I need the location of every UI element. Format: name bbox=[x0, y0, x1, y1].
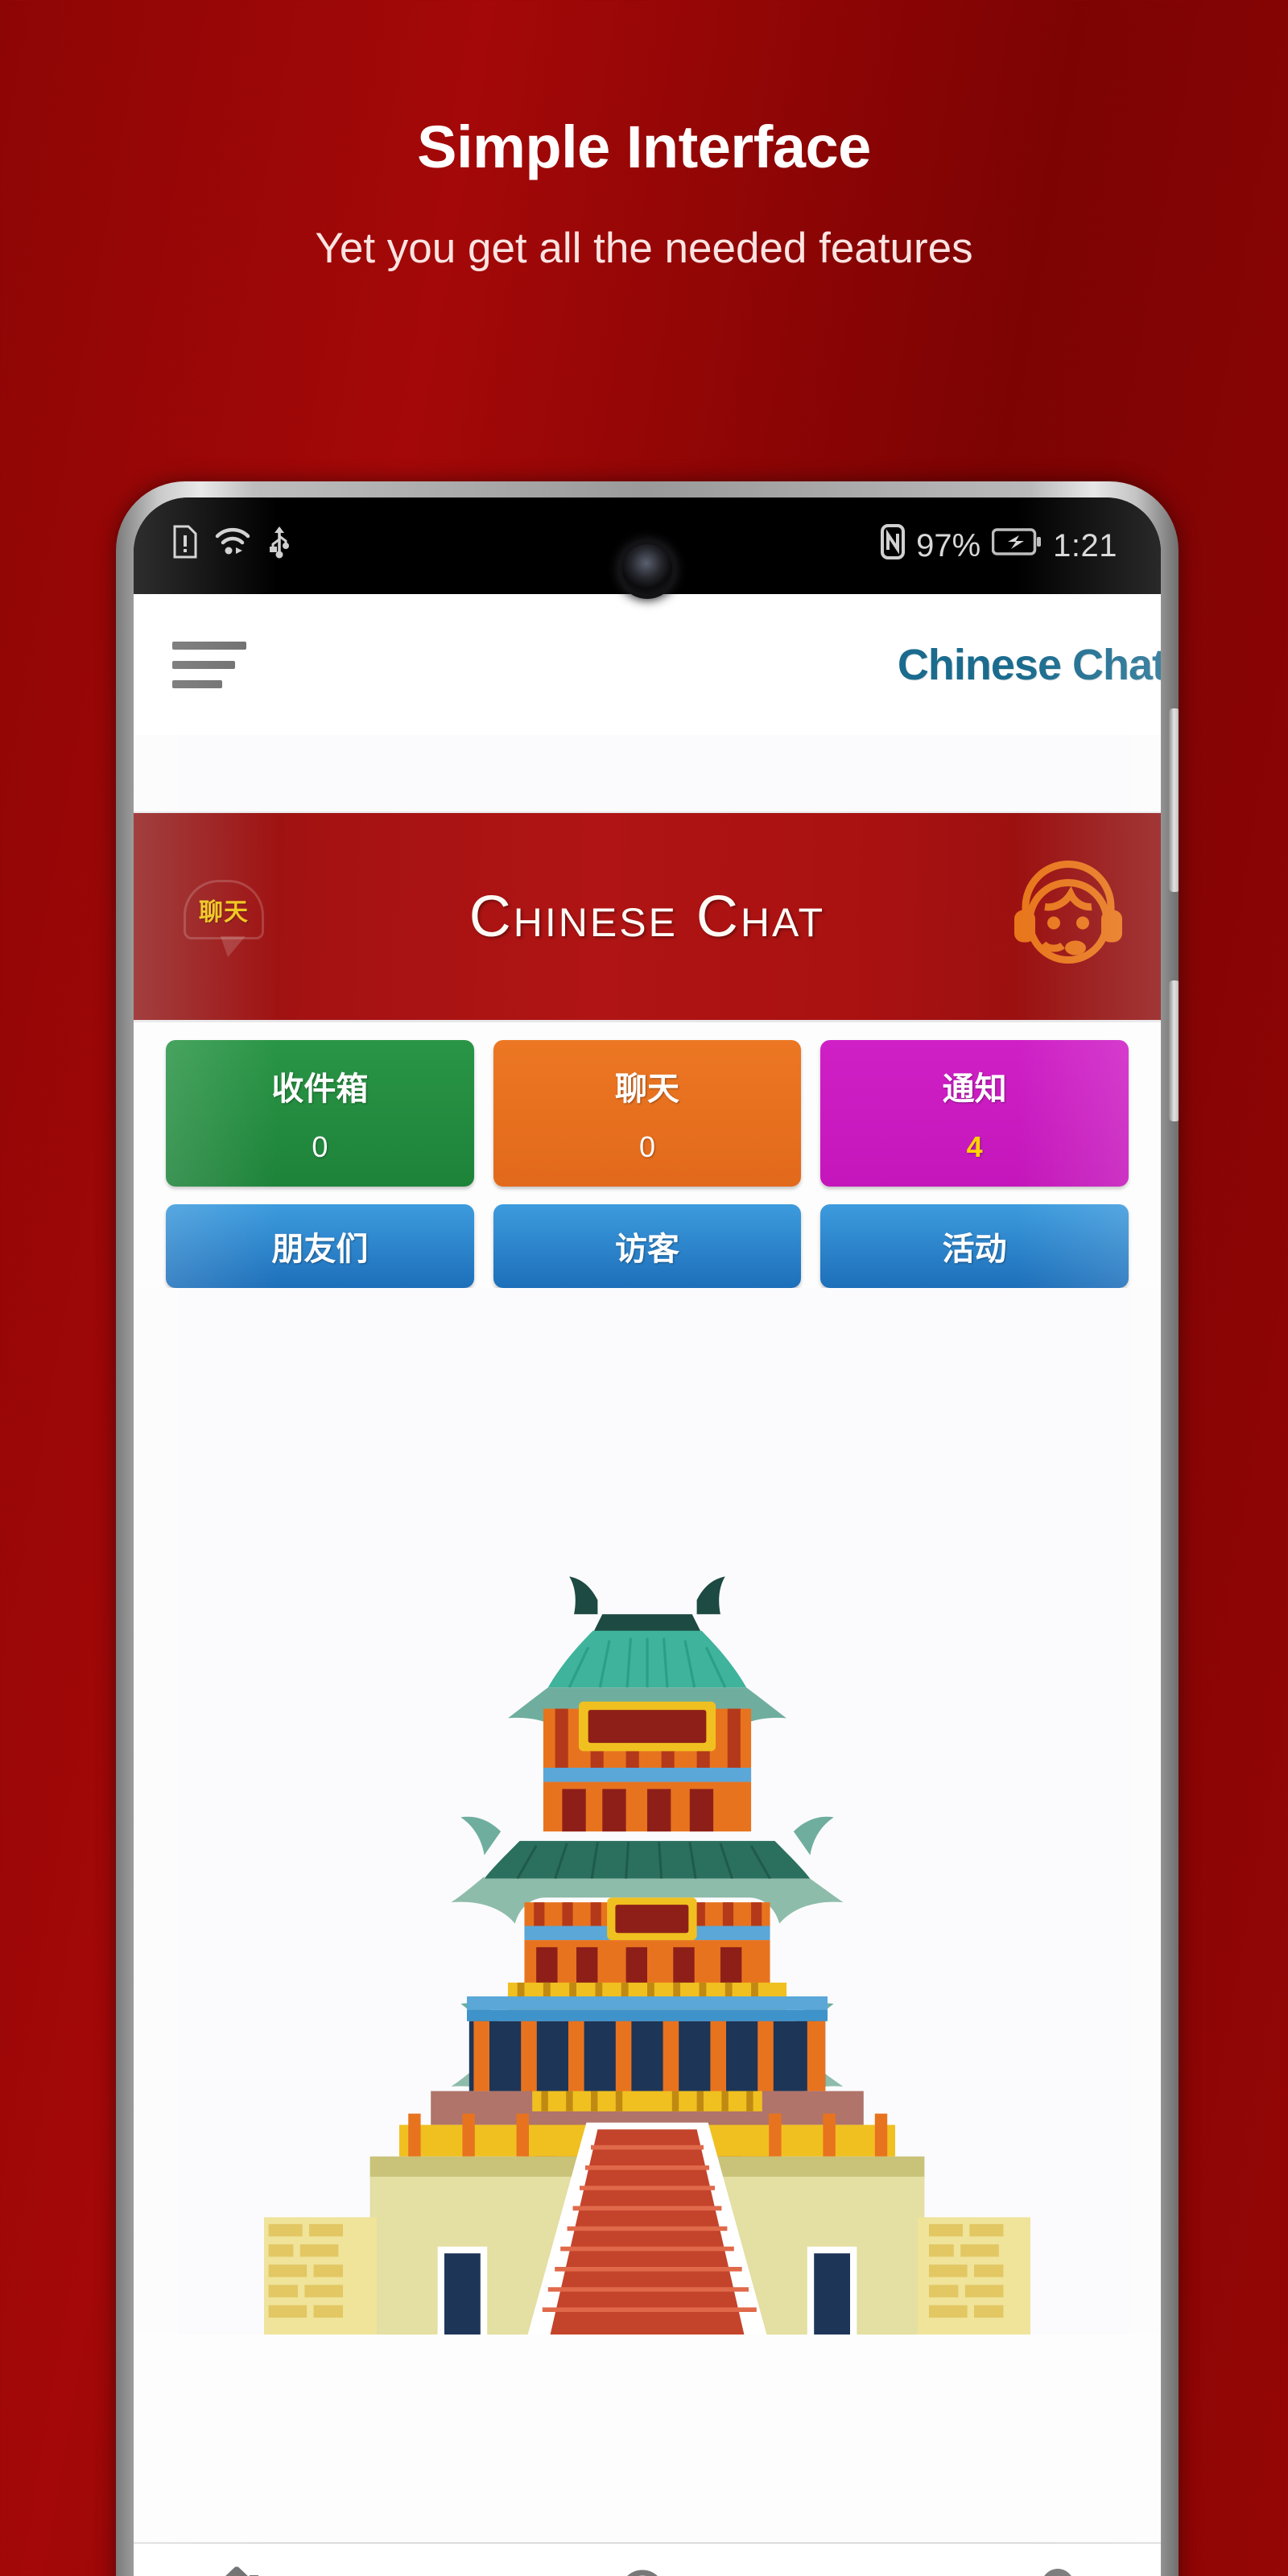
home-icon bbox=[200, 2566, 274, 2576]
tile-notifications-label: 通知 bbox=[942, 1071, 1007, 1107]
tile-activity-label: 活动 bbox=[942, 1232, 1007, 1267]
usb-icon bbox=[267, 525, 291, 567]
tile-chat-count: 0 bbox=[638, 1130, 656, 1163]
tile-visitors[interactable]: 访客 bbox=[493, 1204, 802, 1288]
power-button[interactable] bbox=[1169, 980, 1179, 1121]
nav-search[interactable] bbox=[544, 2566, 749, 2576]
nav-profile[interactable] bbox=[956, 2568, 1161, 2576]
chat-bubble-icon: 聊天 bbox=[184, 879, 264, 957]
pagoda-base-stairs bbox=[264, 1996, 1030, 2334]
nav-home[interactable] bbox=[134, 2566, 339, 2576]
chat-bubble-label: 聊天 bbox=[199, 898, 249, 926]
profile-icon bbox=[1030, 2568, 1086, 2576]
clock: 1:21 bbox=[1053, 527, 1117, 564]
search-icon bbox=[616, 2566, 679, 2576]
nfc-icon bbox=[881, 524, 906, 568]
status-bar-left bbox=[134, 525, 291, 567]
app-brand-title: Chinese Chat bbox=[897, 640, 1161, 689]
tile-inbox-count: 0 bbox=[312, 1130, 328, 1163]
tile-chat[interactable]: 聊天 0 bbox=[493, 1040, 802, 1187]
nav-mail[interactable] bbox=[750, 2572, 956, 2576]
battery-percent: 97% bbox=[916, 527, 981, 564]
battery-charging-icon bbox=[991, 528, 1042, 564]
news-icon bbox=[410, 2569, 474, 2576]
hero-banner: 聊天 Chinese Chat bbox=[134, 811, 1161, 1022]
app-viewport: Chinese Chat 聊天 Chinese Chat 收件箱 0 聊天 0 … bbox=[134, 594, 1161, 2576]
nav-news[interactable] bbox=[339, 2569, 544, 2576]
promo-title: Simple Interface bbox=[417, 114, 871, 180]
headset-agent-icon bbox=[1008, 853, 1129, 980]
tile-inbox[interactable]: 收件箱 0 bbox=[166, 1040, 474, 1187]
tile-visitors-label: 访客 bbox=[615, 1232, 679, 1267]
bottom-navigation bbox=[134, 2542, 1161, 2576]
volume-button[interactable] bbox=[1169, 708, 1179, 892]
tile-notifications[interactable]: 通知 4 bbox=[820, 1040, 1129, 1187]
tile-friends[interactable]: 朋友们 bbox=[166, 1204, 474, 1288]
tile-inbox-label: 收件箱 bbox=[271, 1071, 369, 1107]
main-content bbox=[134, 1288, 1161, 2334]
hamburger-menu-icon[interactable] bbox=[164, 629, 254, 701]
tile-chat-label: 聊天 bbox=[615, 1071, 679, 1107]
header-spacer bbox=[134, 735, 1161, 811]
quick-actions-row-2: 朋友们 访客 活动 bbox=[166, 1204, 1129, 1288]
wifi-icon bbox=[214, 525, 251, 567]
front-camera bbox=[622, 544, 672, 594]
quick-actions: 收件箱 0 聊天 0 通知 4 朋友们 访客 活动 bbox=[134, 1022, 1161, 1288]
status-bar: 97% 1:21 bbox=[134, 497, 1161, 594]
app-header: Chinese Chat bbox=[134, 594, 1161, 735]
phone-screen: 97% 1:21 Chinese Chat 聊天 Chinese Chat 收件… bbox=[134, 497, 1161, 2576]
status-bar-right: 97% 1:21 bbox=[881, 524, 1161, 568]
sim-alert-icon bbox=[172, 525, 198, 567]
banner-title: Chinese Chat bbox=[469, 884, 826, 949]
promo-subtitle: Yet you get all the needed features bbox=[315, 225, 973, 272]
phone-mockup: 97% 1:21 Chinese Chat 聊天 Chinese Chat 收件… bbox=[116, 481, 1179, 2576]
tile-notifications-count: 4 bbox=[966, 1130, 983, 1163]
quick-actions-row-1: 收件箱 0 聊天 0 通知 4 bbox=[166, 1040, 1129, 1187]
tile-friends-label: 朋友们 bbox=[271, 1232, 369, 1267]
tile-activity[interactable]: 活动 bbox=[820, 1204, 1129, 1288]
mail-icon bbox=[819, 2572, 886, 2576]
